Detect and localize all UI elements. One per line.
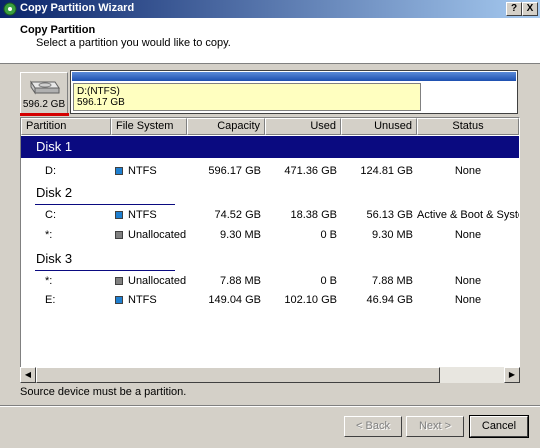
disk-map-stripe xyxy=(72,72,516,81)
capacity-cell: 149.04 GB xyxy=(208,294,261,306)
disk-row-1[interactable]: Disk 1 xyxy=(21,136,519,158)
scroll-right-icon[interactable]: ▶ xyxy=(504,367,520,383)
file-system-cell: NTFS xyxy=(128,165,157,177)
page-subtitle: Select a partition you would like to cop… xyxy=(36,37,231,49)
page-title: Copy Partition xyxy=(20,24,96,36)
used-cell: 102.10 GB xyxy=(284,294,337,306)
status-message: Source device must be a partition. xyxy=(20,386,187,398)
wizard-header: Copy Partition Select a partition you wo… xyxy=(0,18,540,64)
column-file-system[interactable]: File System xyxy=(111,118,187,135)
scroll-left-icon[interactable]: ◀ xyxy=(20,367,36,383)
disk-selector[interactable]: 596.2 GB xyxy=(20,72,68,114)
segment-size: 596.17 GB xyxy=(77,97,125,108)
ntfs-icon xyxy=(115,167,123,175)
status-cell: None xyxy=(454,294,482,306)
column-unused[interactable]: Unused xyxy=(341,118,417,135)
next-button[interactable]: Next > xyxy=(406,416,464,437)
hard-disk-icon xyxy=(30,80,60,95)
used-cell: 18.38 GB xyxy=(290,209,337,221)
column-status[interactable]: Status xyxy=(417,118,519,135)
file-system-cell: NTFS xyxy=(128,294,157,306)
column-capacity[interactable]: Capacity xyxy=(187,118,265,135)
scrollbar-thumb[interactable] xyxy=(36,367,440,383)
file-system-cell: NTFS xyxy=(128,209,157,221)
disk-row-3[interactable]: Disk 3 xyxy=(21,248,519,270)
ntfs-icon xyxy=(115,211,123,219)
partition-cell: C: xyxy=(45,209,56,221)
disk-map: D:(NTFS) 596.17 GB xyxy=(70,70,518,114)
window-title: Copy Partition Wizard xyxy=(20,2,135,14)
unused-cell: 124.81 GB xyxy=(360,165,413,177)
selected-disk-indicator xyxy=(20,113,69,116)
capacity-cell: 74.52 GB xyxy=(214,209,261,221)
app-icon xyxy=(3,2,17,16)
table-row[interactable]: C: NTFS 74.52 GB 18.38 GB 56.13 GB Activ… xyxy=(21,206,519,224)
status-cell: None xyxy=(454,229,482,241)
unused-cell: 56.13 GB xyxy=(366,209,413,221)
used-cell: 471.36 GB xyxy=(284,165,337,177)
unallocated-icon xyxy=(115,231,123,239)
back-button[interactable]: < Back xyxy=(344,416,402,437)
table-row[interactable]: D: NTFS 596.17 GB 471.36 GB 124.81 GB No… xyxy=(21,162,519,180)
unallocated-icon xyxy=(115,277,123,285)
partition-cell: *: xyxy=(45,275,53,287)
capacity-cell: 596.17 GB xyxy=(208,165,261,177)
file-system-cell: Unallocated xyxy=(128,275,187,287)
status-cell: Active & Boot & System xyxy=(417,209,519,221)
segment-label: D:(NTFS) xyxy=(77,86,120,97)
partition-cell: E: xyxy=(45,294,56,306)
help-button[interactable]: ? xyxy=(506,2,522,16)
partition-cell: D: xyxy=(45,165,56,177)
horizontal-scrollbar[interactable]: ◀ ▶ xyxy=(20,367,520,383)
status-cell: None xyxy=(454,275,482,287)
unused-cell: 46.94 GB xyxy=(366,294,413,306)
partition-segment-d[interactable]: D:(NTFS) 596.17 GB xyxy=(73,83,421,111)
title-bar: Copy Partition Wizard ? X xyxy=(0,0,540,18)
disk-row-2[interactable]: Disk 2 xyxy=(21,182,519,204)
ntfs-icon xyxy=(115,296,123,304)
partition-list[interactable]: Partition File System Capacity Used Unus… xyxy=(20,117,520,382)
capacity-cell: 9.30 MB xyxy=(220,229,261,241)
table-row[interactable]: *: Unallocated 9.30 MB 0 B 9.30 MB None xyxy=(21,226,519,244)
list-header: Partition File System Capacity Used Unus… xyxy=(21,118,519,135)
disk-divider xyxy=(35,204,175,205)
close-button[interactable]: X xyxy=(522,2,538,16)
partition-cell: *: xyxy=(45,229,53,241)
table-row[interactable]: *: Unallocated 7.88 MB 0 B 7.88 MB None xyxy=(21,272,519,290)
file-system-cell: Unallocated xyxy=(128,229,187,241)
unused-cell: 9.30 MB xyxy=(372,229,413,241)
column-partition[interactable]: Partition xyxy=(21,118,111,135)
disk-divider xyxy=(35,270,175,271)
used-cell: 0 B xyxy=(320,275,337,287)
capacity-cell: 7.88 MB xyxy=(220,275,261,287)
footer-divider xyxy=(0,405,540,407)
status-cell: None xyxy=(454,165,482,177)
unused-cell: 7.88 MB xyxy=(372,275,413,287)
disk-size-label: 596.2 GB xyxy=(22,99,66,110)
used-cell: 0 B xyxy=(320,229,337,241)
column-used[interactable]: Used xyxy=(265,118,341,135)
cancel-button[interactable]: Cancel xyxy=(469,415,529,438)
table-row[interactable]: E: NTFS 149.04 GB 102.10 GB 46.94 GB Non… xyxy=(21,291,519,309)
